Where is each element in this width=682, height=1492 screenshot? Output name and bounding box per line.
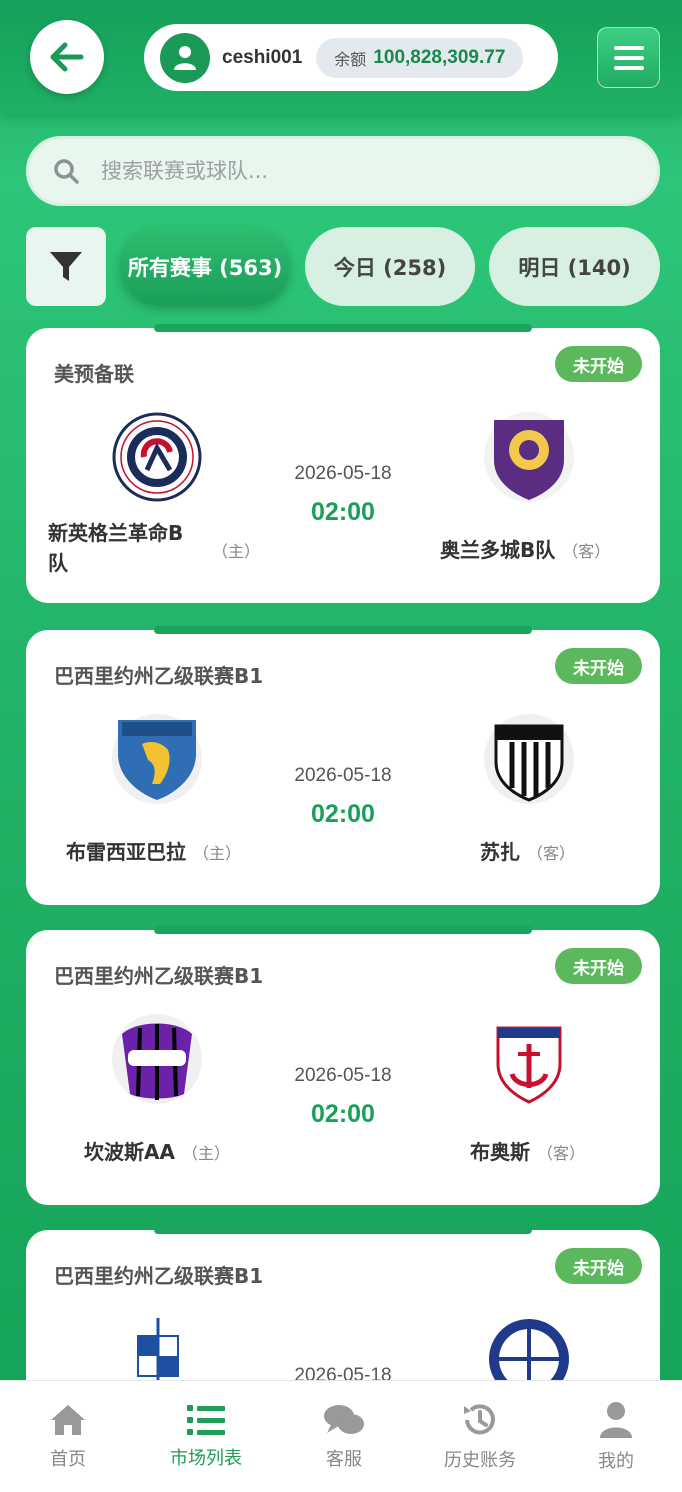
match-card[interactable]: 巴西里约州乙级联赛B1 未开始 2026-05-18 02:00 坎波斯AA （… xyxy=(26,926,660,1205)
balance-badge: 余额 100,828,309.77 xyxy=(316,37,524,78)
nav-label-support: 客服 xyxy=(326,1449,362,1470)
orlando-city-logo xyxy=(494,420,564,500)
away-role: （客） xyxy=(526,844,575,863)
tab-today[interactable]: 今日 (258) xyxy=(305,227,475,306)
team-name-home: 坎波斯AA （主） xyxy=(84,1136,230,1165)
match-card[interactable]: 巴西里约州乙级联赛B1 未开始 2026-05-18 02:00 布雷西亚巴拉 … xyxy=(26,626,660,905)
team-logo-away xyxy=(484,1014,574,1104)
tab-tomorrow[interactable]: 明日 (140) xyxy=(489,227,660,306)
card-accent-bar xyxy=(154,626,532,634)
cra-logo xyxy=(122,1023,192,1100)
history-icon xyxy=(464,1404,495,1435)
home-team-label: 布雷西亚巴拉 xyxy=(66,840,186,864)
balance-label: 余额 xyxy=(334,49,367,69)
user-icon xyxy=(174,45,196,70)
search-icon xyxy=(54,159,79,184)
card-accent-bar xyxy=(154,324,532,332)
back-button[interactable] xyxy=(30,20,104,94)
away-team-label: 奥兰多城B队 xyxy=(440,538,556,562)
username: ceshi001 xyxy=(222,46,303,68)
new-england-revolution-logo xyxy=(112,412,202,502)
anchor-crest-logo xyxy=(496,1026,562,1104)
user-icon xyxy=(600,1402,632,1438)
home-team-label: 新英格兰革命B队 xyxy=(48,521,184,575)
top-header: ceshi001 余额 100,828,309.77 xyxy=(0,0,682,115)
team-name-home: 布雷西亚巴拉 （主） xyxy=(66,836,241,865)
home-icon xyxy=(51,1405,85,1435)
team-name-away: 苏扎 （客） xyxy=(480,836,575,865)
league-name: 美预备联 xyxy=(54,362,134,386)
team-logo-home xyxy=(112,412,202,502)
user-info-pill: ceshi001 余额 100,828,309.77 xyxy=(144,24,558,91)
team-logo-away xyxy=(484,412,574,502)
nav-item-support[interactable]: 客服 xyxy=(276,1381,412,1492)
away-role: （客） xyxy=(562,542,611,561)
filter-icon xyxy=(50,251,82,281)
status-badge: 未开始 xyxy=(555,648,642,684)
hamburger-icon xyxy=(613,45,644,70)
league-name: 巴西里约州乙级联赛B1 xyxy=(54,964,264,988)
match-date: 2026-05-18 xyxy=(294,1065,392,1086)
card-accent-bar xyxy=(154,926,532,934)
match-date: 2026-05-18 xyxy=(294,765,392,786)
home-role: （主） xyxy=(212,542,261,561)
away-team-label: 布奥斯 xyxy=(470,1140,530,1164)
match-card[interactable]: 美预备联 未开始 2026-05-18 02:00 新英格兰革命B队 （主） 奥… xyxy=(26,324,660,603)
team-name-away: 奥兰多城B队 （客） xyxy=(440,534,610,563)
away-team-label: 苏扎 xyxy=(480,840,520,864)
balance-value: 100,828,309.77 xyxy=(373,46,506,68)
league-name: 巴西里约州乙级联赛B1 xyxy=(54,664,264,688)
home-team-label: 坎波斯AA xyxy=(84,1140,175,1164)
match-date: 2026-05-18 xyxy=(294,463,392,484)
bottom-navigation: 首页 市场列表 客服 历史账务 我的 xyxy=(0,1380,682,1492)
status-badge: 未开始 xyxy=(555,1248,642,1284)
brescia-logo xyxy=(118,720,196,800)
match-time: 02:00 xyxy=(311,1100,375,1128)
nav-label-profile: 我的 xyxy=(598,1451,634,1472)
home-role: （主） xyxy=(181,1144,230,1163)
away-role: （客） xyxy=(536,1144,585,1163)
status-badge: 未开始 xyxy=(555,948,642,984)
filter-button[interactable] xyxy=(26,227,106,306)
home-role: （主） xyxy=(192,844,241,863)
search-input[interactable] xyxy=(101,159,601,183)
sousa-logo xyxy=(494,724,564,802)
match-time: 02:00 xyxy=(311,800,375,828)
list-icon xyxy=(187,1405,225,1435)
card-accent-bar xyxy=(154,1226,532,1234)
nav-item-history[interactable]: 历史账务 xyxy=(412,1381,548,1492)
nav-label-history: 历史账务 xyxy=(444,1450,516,1471)
team-logo-home xyxy=(112,1014,202,1104)
nav-item-home[interactable]: 首页 xyxy=(0,1381,136,1492)
arrow-left-icon xyxy=(50,42,84,72)
team-name-home: 新英格兰革命B队 xyxy=(48,518,200,578)
nav-label-home: 首页 xyxy=(50,1449,86,1470)
league-name: 巴西里约州乙级联赛B1 xyxy=(54,1264,264,1288)
nav-label-market-list: 市场列表 xyxy=(170,1448,242,1469)
nav-item-market-list[interactable]: 市场列表 xyxy=(138,1381,274,1492)
tab-all-matches[interactable]: 所有赛事 (563) xyxy=(120,227,290,306)
status-badge: 未开始 xyxy=(555,346,642,382)
menu-button[interactable] xyxy=(597,27,660,88)
avatar xyxy=(160,32,210,83)
search-bar[interactable] xyxy=(26,136,660,206)
team-name-away: 布奥斯 （客） xyxy=(470,1136,585,1165)
chat-icon xyxy=(324,1405,364,1434)
nav-item-profile[interactable]: 我的 xyxy=(548,1381,682,1492)
team-logo-home xyxy=(112,714,202,804)
team-logo-away xyxy=(484,714,574,804)
